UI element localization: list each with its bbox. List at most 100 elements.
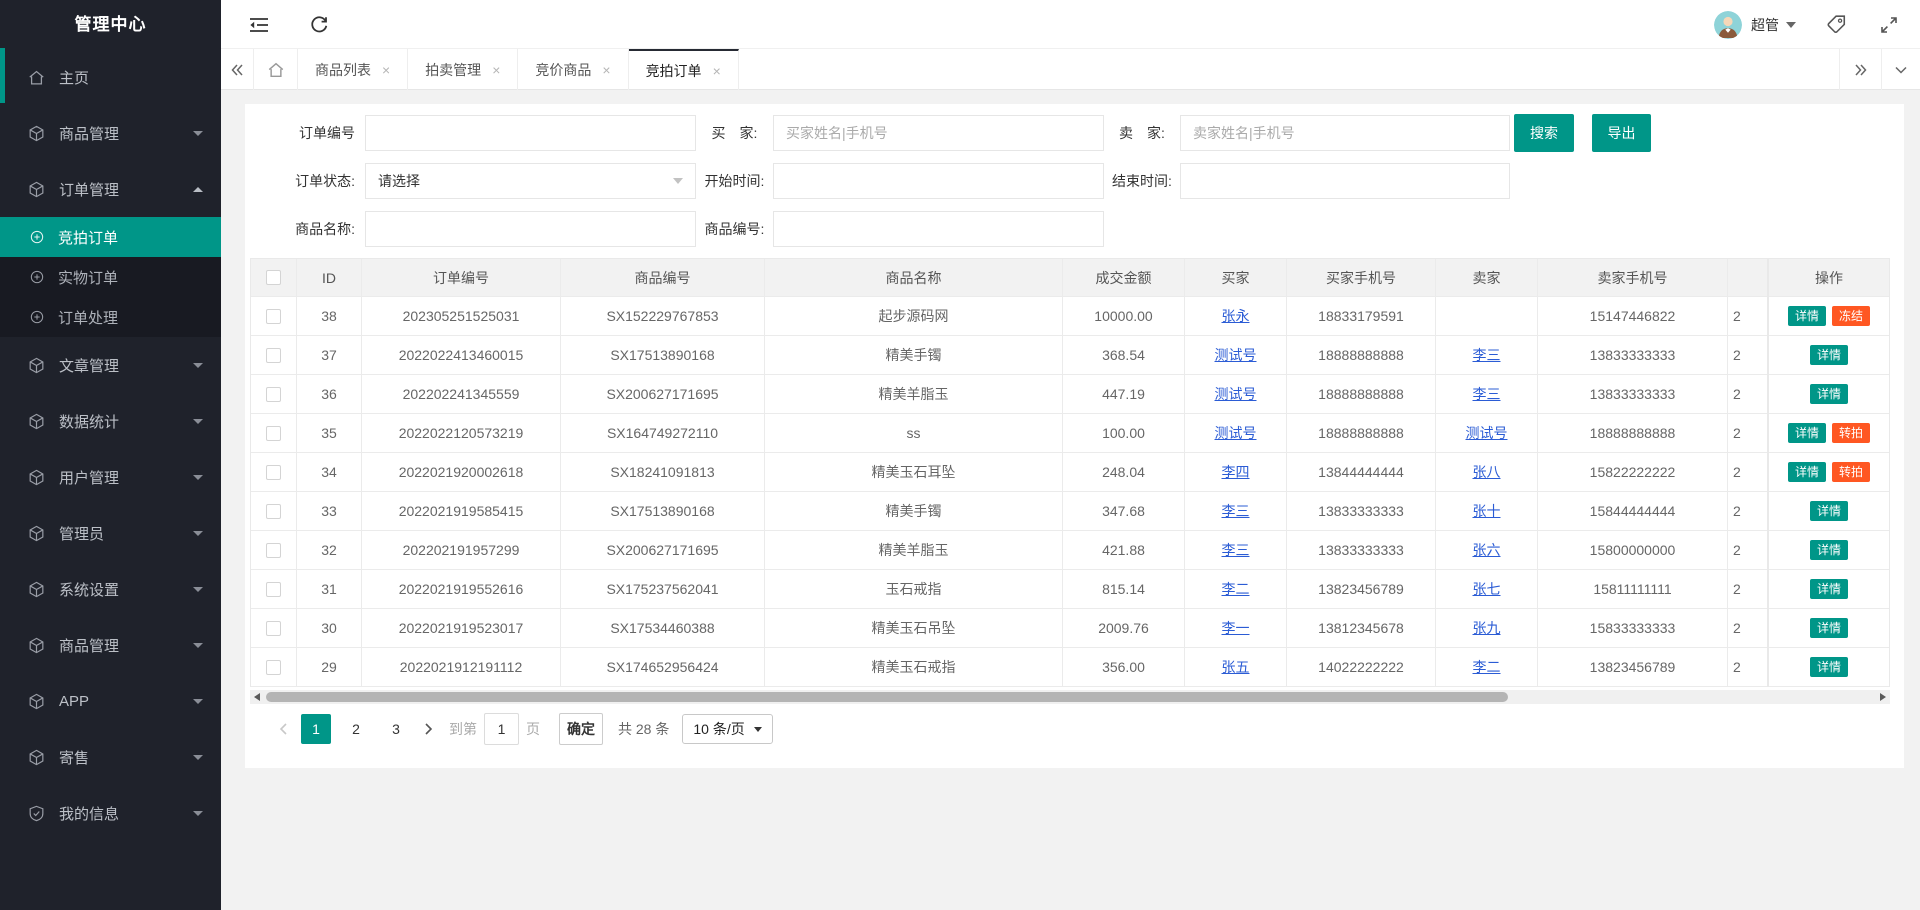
scroll-left-arrow[interactable] xyxy=(250,690,264,704)
product-no-input[interactable] xyxy=(773,211,1104,247)
select-all-checkbox[interactable] xyxy=(266,270,281,285)
export-button[interactable]: 导出 xyxy=(1592,114,1651,152)
action-detail-button[interactable]: 详情 xyxy=(1810,384,1848,404)
action-detail-button[interactable]: 详情 xyxy=(1810,501,1848,521)
sidebar-item-order-process[interactable]: 订单处理 xyxy=(0,297,221,337)
seller-link[interactable]: 李二 xyxy=(1473,657,1501,677)
buyer-link[interactable]: 李三 xyxy=(1222,501,1250,521)
action-detail-button[interactable]: 详情 xyxy=(1788,306,1826,326)
action-detail-button[interactable]: 详情 xyxy=(1810,657,1848,677)
row-checkbox[interactable] xyxy=(266,504,281,519)
page-size-select[interactable]: 10 条/页 xyxy=(682,714,772,744)
order-status-select[interactable]: 请选择 xyxy=(365,163,696,199)
seller-link[interactable]: 李三 xyxy=(1473,384,1501,404)
product-name-input[interactable] xyxy=(365,211,696,247)
sidebar-item-auction-orders[interactable]: 竞拍订单 xyxy=(0,217,221,257)
table-cell: SX200627171695 xyxy=(561,375,765,413)
tab-goods-list[interactable]: 商品列表× xyxy=(298,49,408,90)
seller-link[interactable]: 张八 xyxy=(1473,462,1501,482)
tab-auction-manage[interactable]: 拍卖管理× xyxy=(408,49,518,90)
close-tab-icon[interactable]: × xyxy=(492,62,500,78)
scrollbar-thumb[interactable] xyxy=(266,692,1508,702)
page-1[interactable]: 1 xyxy=(301,714,331,744)
sidebar-item-goods-manage[interactable]: 商品管理 xyxy=(0,105,221,161)
action-freeze-button[interactable]: 冻结 xyxy=(1832,306,1870,326)
action-detail-button[interactable]: 详情 xyxy=(1788,423,1826,443)
row-checkbox[interactable] xyxy=(266,348,281,363)
fullscreen-icon[interactable] xyxy=(1880,16,1898,34)
sidebar-item-my-info[interactable]: 我的信息 xyxy=(0,785,221,841)
row-checkbox[interactable] xyxy=(266,426,281,441)
buyer-input[interactable] xyxy=(773,115,1104,151)
seller-link[interactable]: 张十 xyxy=(1473,501,1501,521)
seller-link[interactable]: 李三 xyxy=(1473,345,1501,365)
buyer-link[interactable]: 测试号 xyxy=(1215,423,1257,443)
sidebar-item-user-manage[interactable]: 用户管理 xyxy=(0,449,221,505)
order-no-input[interactable] xyxy=(365,115,696,151)
page-prev-icon[interactable] xyxy=(270,722,296,736)
buyer-link[interactable]: 李一 xyxy=(1222,618,1250,638)
username[interactable]: 超管 xyxy=(1751,15,1779,35)
buyer-link[interactable]: 李三 xyxy=(1222,540,1250,560)
sidebar-item-physical-orders[interactable]: 实物订单 xyxy=(0,257,221,297)
tabs-scroll-left-icon[interactable] xyxy=(221,49,254,90)
action-detail-button[interactable]: 详情 xyxy=(1810,618,1848,638)
page-3[interactable]: 3 xyxy=(381,714,411,744)
row-checkbox[interactable] xyxy=(266,465,281,480)
seller-link[interactable]: 张六 xyxy=(1473,540,1501,560)
buyer-link[interactable]: 张永 xyxy=(1222,306,1250,326)
row-checkbox[interactable] xyxy=(266,660,281,675)
row-checkbox[interactable] xyxy=(266,543,281,558)
sidebar-item-article-manage[interactable]: 文章管理 xyxy=(0,337,221,393)
collapse-sidebar-icon[interactable] xyxy=(246,0,272,49)
row-checkbox[interactable] xyxy=(266,309,281,324)
row-checkbox[interactable] xyxy=(266,387,281,402)
buyer-link[interactable]: 李二 xyxy=(1222,579,1250,599)
sidebar-item-consign[interactable]: 寄售 xyxy=(0,729,221,785)
page-next-icon[interactable] xyxy=(416,722,442,736)
close-tab-icon[interactable]: × xyxy=(713,63,721,79)
seller-link[interactable]: 张七 xyxy=(1473,579,1501,599)
close-tab-icon[interactable]: × xyxy=(382,62,390,78)
sidebar-item-goods-manage-2[interactable]: 商品管理 xyxy=(0,617,221,673)
buyer-link[interactable]: 测试号 xyxy=(1215,384,1257,404)
sidebar-item-home[interactable]: 主页 xyxy=(0,49,221,105)
sidebar-item-order-manage[interactable]: 订单管理 xyxy=(0,161,221,217)
action-resell-button[interactable]: 转拍 xyxy=(1832,423,1870,443)
tab-auction-orders[interactable]: 竞拍订单× xyxy=(629,49,739,90)
sidebar-item-system-settings[interactable]: 系统设置 xyxy=(0,561,221,617)
actions-cell: 详情 xyxy=(1769,336,1889,375)
action-detail-button[interactable]: 详情 xyxy=(1810,579,1848,599)
seller-link[interactable]: 测试号 xyxy=(1466,423,1508,443)
action-detail-button[interactable]: 详情 xyxy=(1810,540,1848,560)
action-detail-button[interactable]: 详情 xyxy=(1788,462,1826,482)
row-checkbox[interactable] xyxy=(266,582,281,597)
seller-input[interactable] xyxy=(1180,115,1510,151)
close-tab-icon[interactable]: × xyxy=(602,62,610,78)
scroll-right-arrow[interactable] xyxy=(1876,690,1890,704)
goto-page-input[interactable] xyxy=(484,713,519,745)
end-time-input[interactable] xyxy=(1180,163,1510,199)
buyer-link[interactable]: 测试号 xyxy=(1215,345,1257,365)
page-2[interactable]: 2 xyxy=(341,714,371,744)
search-button[interactable]: 搜索 xyxy=(1514,114,1574,152)
sidebar-item-app[interactable]: APP xyxy=(0,673,221,729)
action-resell-button[interactable]: 转拍 xyxy=(1832,462,1870,482)
tab-home[interactable] xyxy=(254,49,298,90)
tabs-collapse-icon[interactable] xyxy=(1881,49,1920,90)
row-checkbox[interactable] xyxy=(266,621,281,636)
buyer-link[interactable]: 李四 xyxy=(1222,462,1250,482)
tab-bidding-goods[interactable]: 竞价商品× xyxy=(518,49,628,90)
tabs-more-icon[interactable] xyxy=(1839,49,1881,90)
sidebar-scrollbar-thumb[interactable] xyxy=(0,48,5,103)
sidebar-item-data-stats[interactable]: 数据统计 xyxy=(0,393,221,449)
confirm-button[interactable]: 确定 xyxy=(559,713,603,745)
start-time-input[interactable] xyxy=(773,163,1104,199)
buyer-link[interactable]: 张五 xyxy=(1222,657,1250,677)
seller-link[interactable]: 张九 xyxy=(1473,618,1501,638)
tag-icon[interactable] xyxy=(1826,14,1847,35)
action-detail-button[interactable]: 详情 xyxy=(1810,345,1848,365)
sidebar-item-admin[interactable]: 管理员 xyxy=(0,505,221,561)
refresh-icon[interactable] xyxy=(306,0,332,49)
avatar[interactable] xyxy=(1714,11,1742,39)
